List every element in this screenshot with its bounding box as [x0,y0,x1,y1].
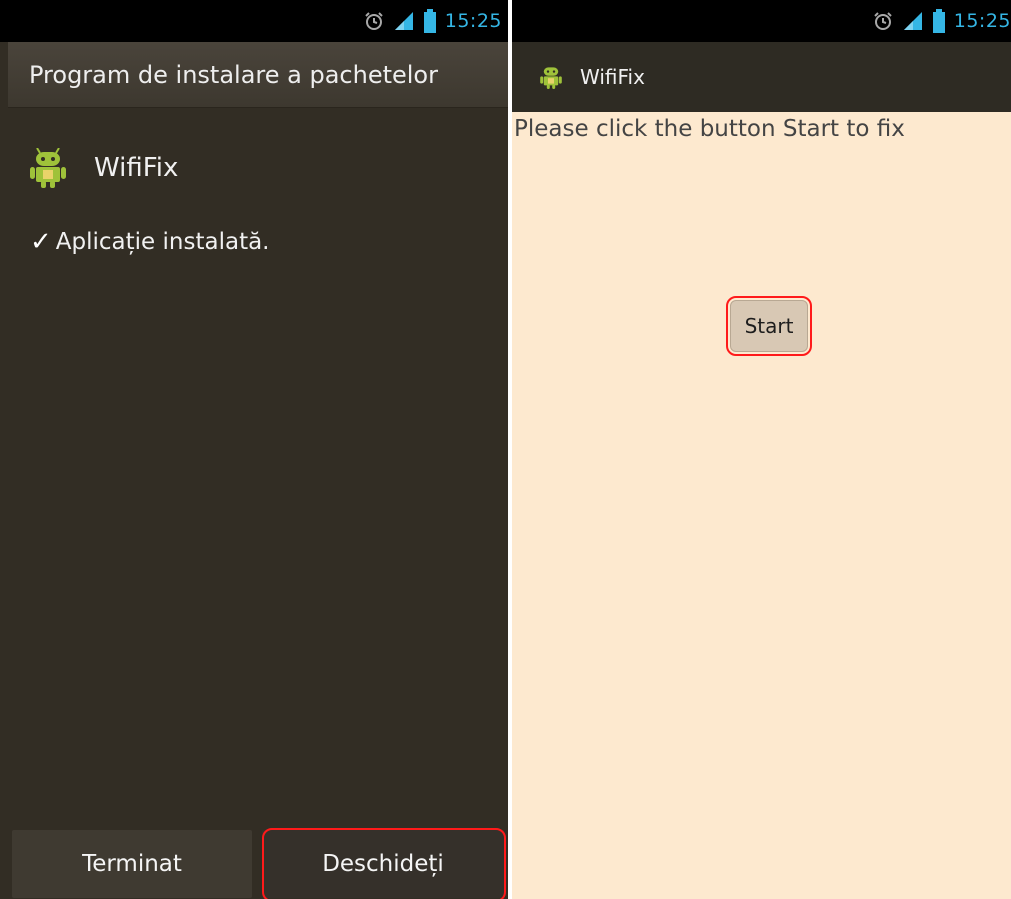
button-bar: Terminat Deschideți [0,828,508,899]
signal-icon [903,12,922,30]
installed-message: Aplicație instalată. [55,229,270,255]
android-app-icon [540,67,562,89]
status-time: 15:25 [444,10,502,32]
check-icon: ✓ [30,227,52,257]
open-button[interactable]: Deschideți [262,830,504,898]
app-screen: 15:25 WifiFix Please click the button St… [512,0,1011,899]
installer-header: Program de instalare a pachetelor [8,42,508,108]
app-bar-title: WifiFix [580,65,645,89]
page-title: Program de instalare a pachetelor [29,60,438,89]
app-info: WifiFix [30,140,178,196]
status-bar: 15:25 [0,0,508,42]
installer-screen: 15:25 Program de instalare a pachetelor … [0,0,508,899]
battery-icon [423,9,436,33]
start-button[interactable]: Start [730,300,808,352]
android-app-icon [30,148,66,188]
alarm-icon [365,12,383,30]
app-action-bar: WifiFix [512,42,1011,112]
signal-icon [394,12,413,30]
alarm-icon [874,12,892,30]
status-time: 15:25 [953,10,1011,32]
done-button[interactable]: Terminat [12,830,252,898]
app-name: WifiFix [94,153,179,183]
battery-icon [932,9,945,33]
status-bar: 15:25 [512,0,1011,42]
instruction-text: Please click the button Start to fix [514,116,905,142]
install-status: ✓ Aplicație instalată. [30,222,270,262]
